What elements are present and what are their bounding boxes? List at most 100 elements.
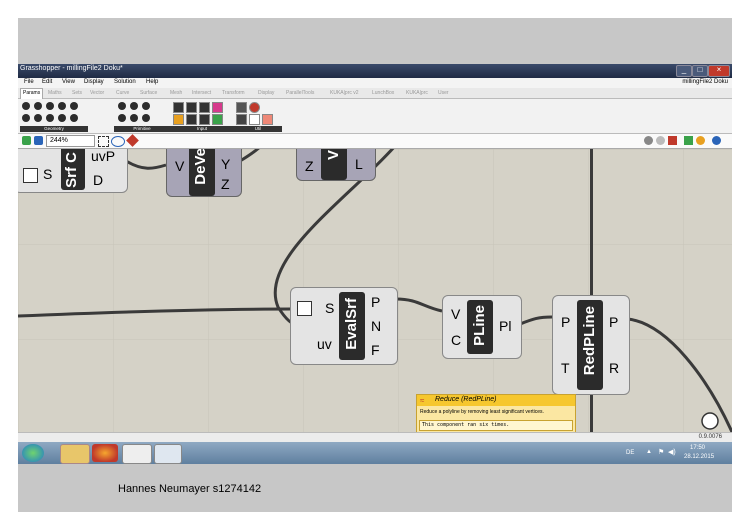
preview-mode-icon[interactable] <box>684 136 693 145</box>
primitive-param-icon[interactable] <box>118 114 126 122</box>
util-param-icon[interactable] <box>262 114 273 125</box>
sketch-pen-icon[interactable] <box>126 134 139 147</box>
geometry-param-icon[interactable] <box>70 114 78 122</box>
input-param-icon[interactable] <box>173 114 184 125</box>
menu-file[interactable]: File <box>24 79 34 85</box>
firefox-taskbar-icon[interactable] <box>92 444 118 462</box>
tab-vector[interactable]: Vector <box>90 90 104 96</box>
save-file-icon[interactable] <box>34 136 43 145</box>
input-param-icon[interactable] <box>212 102 223 113</box>
tab-curve[interactable]: Curve <box>116 90 129 96</box>
primitive-param-icon[interactable] <box>118 102 126 110</box>
component-vector[interactable]: Z V L <box>296 149 376 181</box>
output-pl: Pl <box>499 318 512 334</box>
zoom-extents-icon[interactable] <box>98 136 109 147</box>
geometry-param-icon[interactable] <box>34 102 42 110</box>
ribbon-group-util: Util <box>234 100 282 132</box>
input-param-icon[interactable] <box>186 114 197 125</box>
grasshopper-taskbar-icon[interactable] <box>154 444 182 464</box>
util-param-icon[interactable] <box>236 114 247 125</box>
tab-intersect[interactable]: Intersect <box>192 90 211 96</box>
input-param-icon[interactable] <box>199 102 210 113</box>
close-button[interactable]: × <box>708 65 730 77</box>
window-title: Grasshopper - millingFile2 Doku* <box>20 65 123 72</box>
tab-mesh[interactable]: Mesh <box>170 90 182 96</box>
zoom-field[interactable]: 244% <box>46 135 95 147</box>
tab-maths[interactable]: Maths <box>48 90 62 96</box>
toggle-icon[interactable] <box>297 301 312 316</box>
input-param-icon[interactable] <box>186 102 197 113</box>
component-evalsrf[interactable]: S uv EvalSrf P N F <box>290 287 398 365</box>
tab-display[interactable]: Display <box>258 90 274 96</box>
grasshopper-window: Grasshopper - millingFile2 Doku* _ □ × F… <box>18 64 732 442</box>
util-param-icon[interactable] <box>236 102 247 113</box>
language-indicator[interactable]: DE <box>626 450 634 456</box>
tab-surface[interactable]: Surface <box>140 90 157 96</box>
menu-solution[interactable]: Solution <box>114 79 136 85</box>
tray-flag-icon[interactable]: ⚑ <box>658 448 664 456</box>
util-param-icon[interactable] <box>249 114 260 125</box>
maximize-button[interactable]: □ <box>692 65 708 77</box>
component-body: Srf C <box>61 149 85 190</box>
preview-eye-icon[interactable] <box>111 136 125 147</box>
input-t: T <box>561 360 570 376</box>
tab-transform[interactable]: Transform <box>222 90 245 96</box>
volume-icon[interactable]: ◀) <box>668 448 676 456</box>
menu-bar: File Edit View Display Solution Help mil… <box>18 78 732 88</box>
primitive-param-icon[interactable] <box>130 114 138 122</box>
tab-params[interactable]: Params <box>20 88 44 99</box>
geometry-param-icon[interactable] <box>46 102 54 110</box>
tab-kukaprc[interactable]: KUKA|prc <box>406 90 428 96</box>
tab-kukaprc-v2[interactable]: KUKA|prc v2 <box>330 90 359 96</box>
input-param-icon[interactable] <box>212 114 223 125</box>
geometry-param-icon[interactable] <box>58 114 66 122</box>
start-button-icon[interactable] <box>22 444 44 462</box>
output-y: Y <box>221 156 231 172</box>
explorer-taskbar-icon[interactable] <box>60 444 90 464</box>
component-surface[interactable]: S Srf C uvP D <box>18 149 128 193</box>
geometry-param-icon[interactable] <box>22 114 30 122</box>
tooltip-description: Reduce a polyline by removing least sign… <box>420 409 544 415</box>
tab-user[interactable]: User <box>438 90 449 96</box>
menu-display[interactable]: Display <box>84 79 104 85</box>
geometry-param-icon[interactable] <box>22 102 30 110</box>
tab-lunchbox[interactable]: LunchBox <box>372 90 394 96</box>
taskbar-time[interactable]: 17:50 <box>690 445 705 451</box>
input-param-icon[interactable] <box>173 102 184 113</box>
util-param-icon[interactable] <box>249 102 260 113</box>
geometry-param-icon[interactable] <box>46 114 54 122</box>
rhino-taskbar-icon[interactable] <box>122 444 152 464</box>
tab-sets[interactable]: Sets <box>72 90 82 96</box>
input-param-icon[interactable] <box>199 114 210 125</box>
primitive-param-icon[interactable] <box>142 114 150 122</box>
geometry-param-icon[interactable] <box>34 114 42 122</box>
tab-paralleltools[interactable]: ParallelTools <box>286 90 314 96</box>
taskbar-date[interactable]: 28.12.2015 <box>684 454 714 460</box>
menu-help[interactable]: Help <box>146 79 158 85</box>
component-pline[interactable]: V C PLine Pl <box>442 295 522 359</box>
preview-mode-icon[interactable] <box>668 136 677 145</box>
minimize-button[interactable]: _ <box>676 65 692 77</box>
menu-edit[interactable]: Edit <box>42 79 52 85</box>
open-file-icon[interactable] <box>22 136 31 145</box>
ribbon-group-input: Input <box>170 100 234 132</box>
input-v: V <box>451 306 461 322</box>
component-body: PLine <box>467 300 493 354</box>
primitive-param-icon[interactable] <box>142 102 150 110</box>
title-bar[interactable]: Grasshopper - millingFile2 Doku* _ □ × <box>18 64 732 78</box>
preview-mode-icon[interactable] <box>712 136 721 145</box>
tray-arrow-icon[interactable]: ▲ <box>646 449 652 455</box>
component-redpline[interactable]: P T RedPLine P R <box>552 295 630 395</box>
menu-view[interactable]: View <box>62 79 75 85</box>
grasshopper-canvas[interactable]: S Srf C uvP D V DeVe Y Z Z V L S uv Eval… <box>18 149 732 432</box>
author-caption: Hannes Neumayer s1274142 <box>118 483 262 495</box>
toggle-icon[interactable] <box>23 168 38 183</box>
geometry-param-icon[interactable] <box>70 102 78 110</box>
ribbon-group-label: Primitive <box>114 126 170 132</box>
geometry-param-icon[interactable] <box>58 102 66 110</box>
preview-mode-icon[interactable] <box>696 136 705 145</box>
component-deconstruct-vector[interactable]: V DeVe Y Z <box>166 149 242 197</box>
preview-mode-icon[interactable] <box>656 136 665 145</box>
preview-mode-icon[interactable] <box>644 136 653 145</box>
primitive-param-icon[interactable] <box>130 102 138 110</box>
